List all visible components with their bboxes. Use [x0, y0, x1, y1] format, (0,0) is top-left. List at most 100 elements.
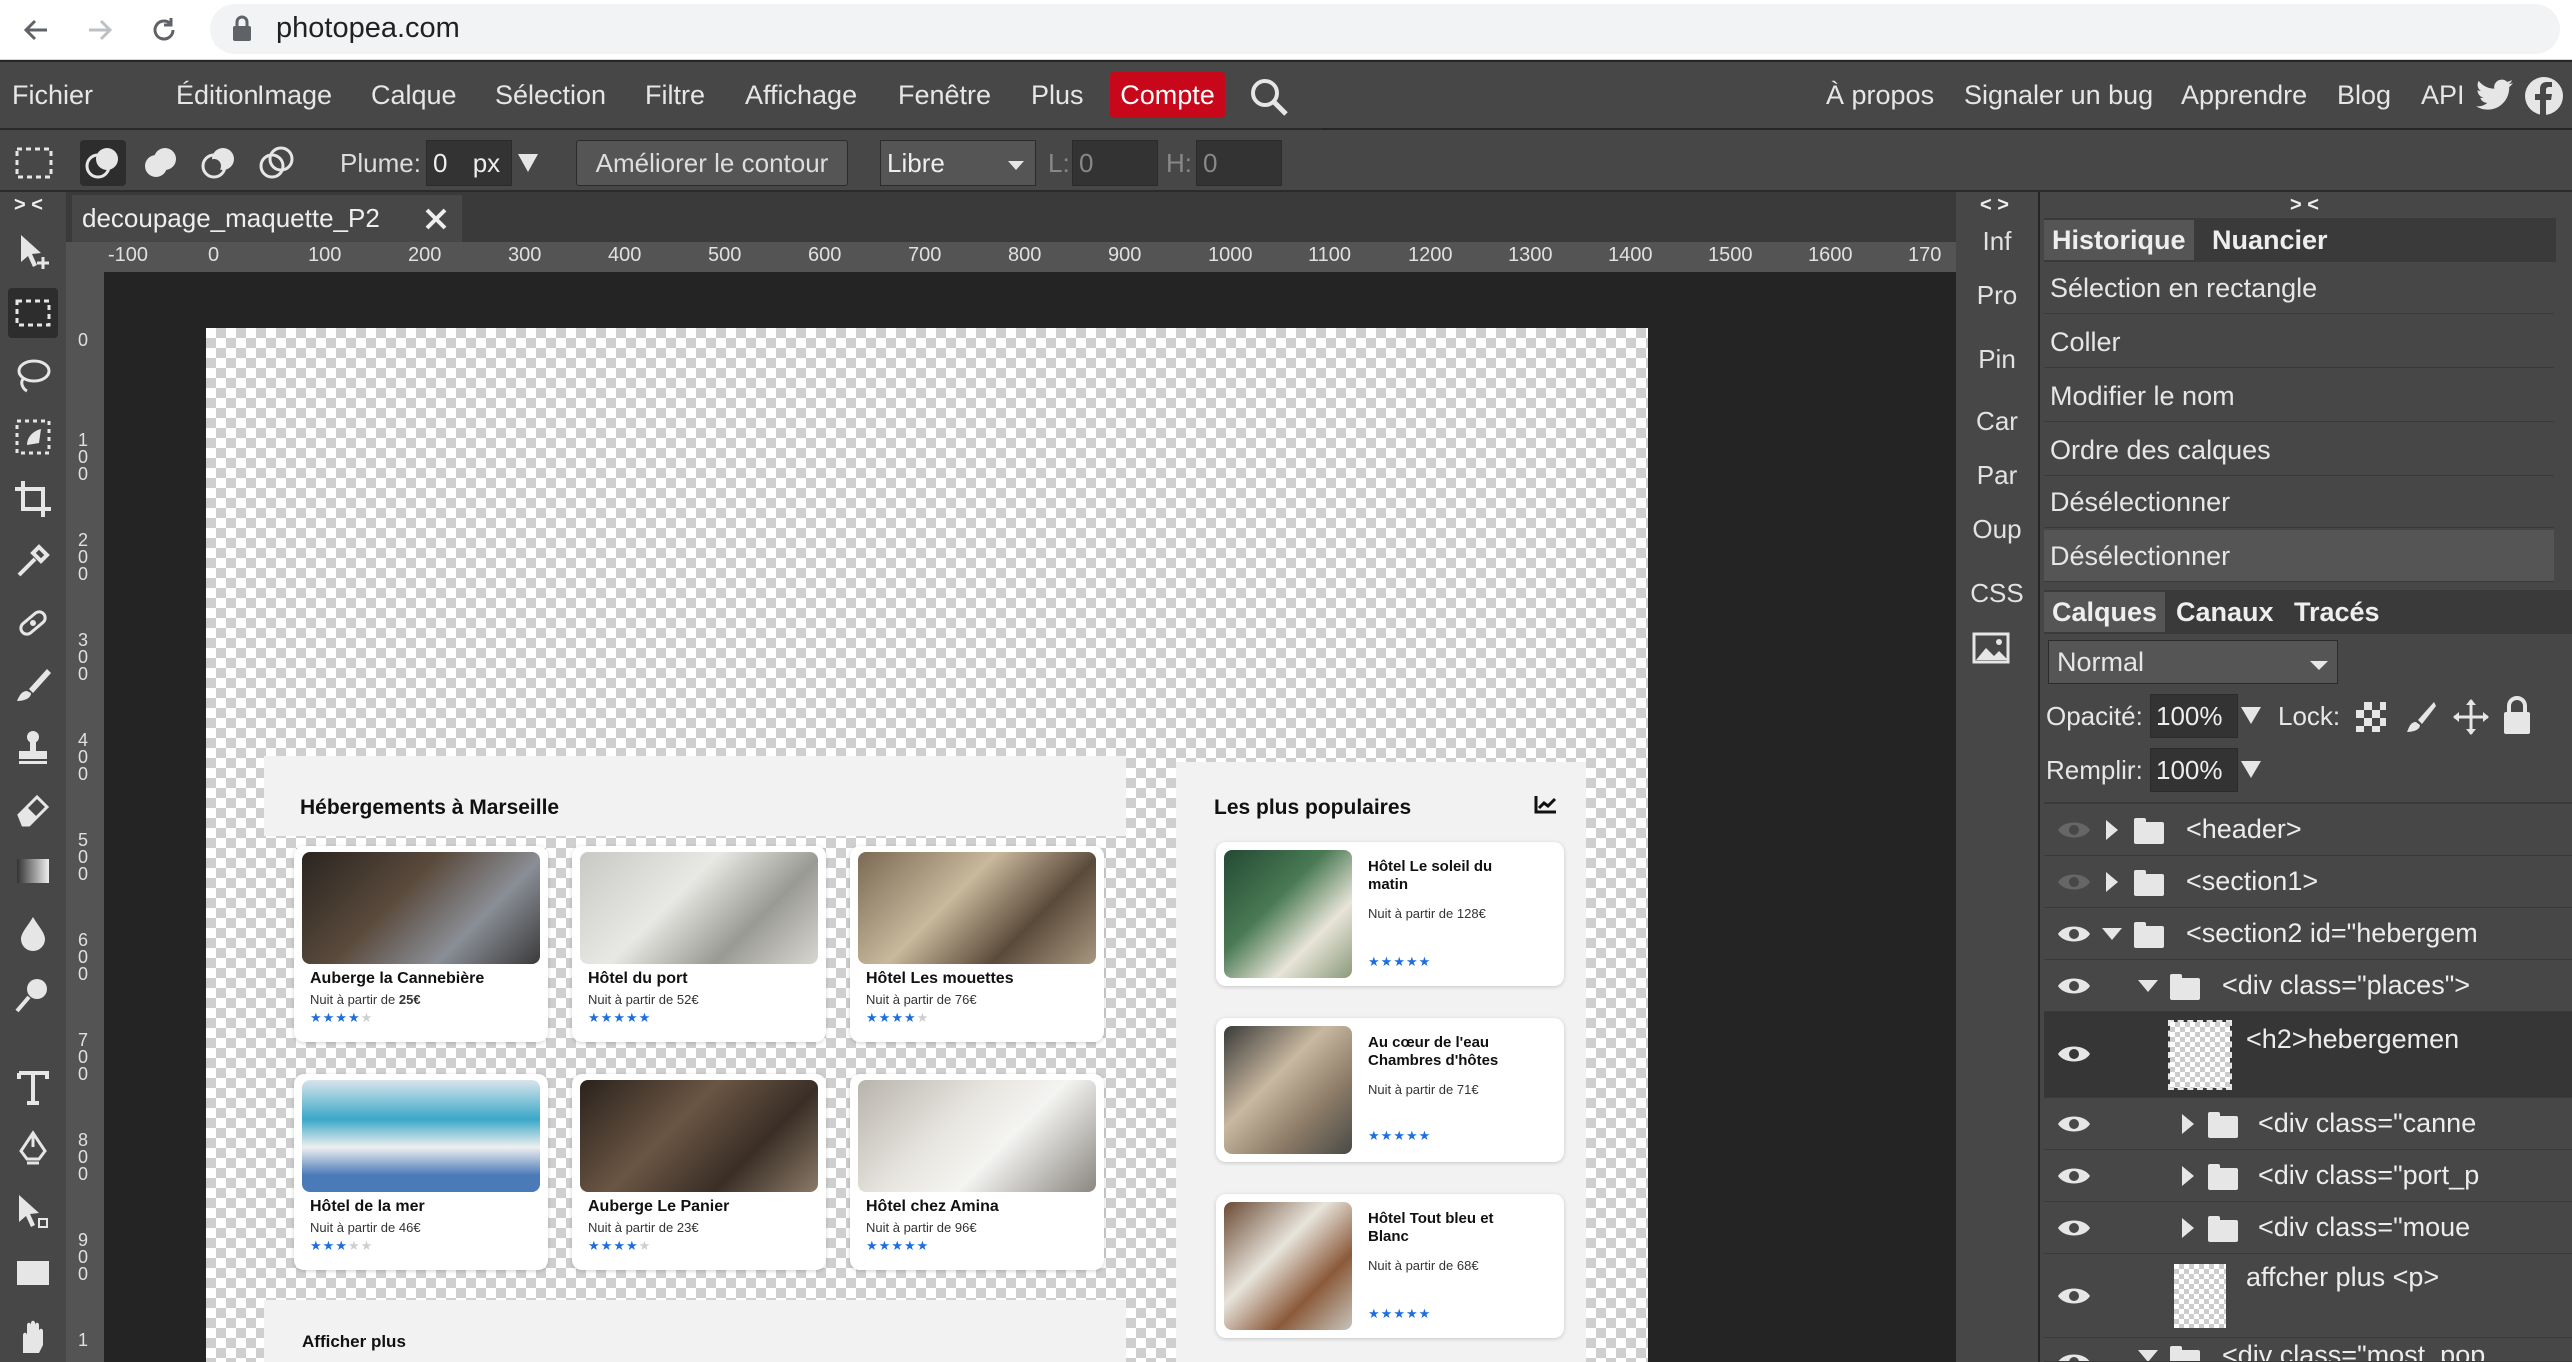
tab-canaux[interactable]: Canaux	[2168, 592, 2282, 632]
layer-name[interactable]: affcher plus <p>	[2246, 1262, 2439, 1293]
history-item[interactable]: Coller	[2044, 316, 2554, 368]
lock-transparency-icon[interactable]	[2354, 700, 2388, 734]
tab-nuancier[interactable]: Nuancier	[2204, 220, 2336, 260]
address-bar[interactable]	[210, 4, 2560, 54]
account-button[interactable]: Compte	[1110, 72, 1225, 118]
link-blog[interactable]: Blog	[2337, 62, 2391, 128]
menu-filtre[interactable]: Filtre	[645, 62, 705, 128]
crop-tool-icon[interactable]	[8, 474, 58, 524]
collapse-arrow-icon[interactable]	[2136, 1348, 2160, 1361]
collapse-toolbar-toggle[interactable]: > <	[14, 194, 43, 217]
layer-row[interactable]: <header>	[2044, 804, 2572, 856]
panel-properties-button[interactable]: Pro	[1956, 280, 2038, 311]
menu-plus[interactable]: Plus	[1031, 62, 1084, 128]
link-a-propos[interactable]: À propos	[1826, 62, 1934, 128]
tab-calques[interactable]: Calques	[2044, 592, 2166, 632]
menu-image[interactable]: Image	[257, 62, 332, 128]
expand-arrow-icon[interactable]	[2104, 818, 2120, 842]
layer-row[interactable]: <section1>	[2044, 856, 2572, 908]
history-item[interactable]: Ordre des calques	[2044, 424, 2554, 476]
expand-arrow-icon[interactable]	[2104, 870, 2120, 894]
path-select-tool-icon[interactable]	[8, 1186, 58, 1236]
layer-name[interactable]: <h2>hebergemen	[2246, 1024, 2459, 1055]
expand-arrow-icon[interactable]	[2180, 1216, 2196, 1240]
visibility-eye-icon[interactable]	[2056, 1112, 2092, 1136]
layer-name[interactable]: <header>	[2186, 814, 2302, 845]
menu-fenetre[interactable]: Fenêtre	[898, 62, 991, 128]
visibility-eye-icon[interactable]	[2056, 922, 2092, 946]
url-text[interactable]: photopea.com	[276, 8, 460, 48]
tab-traces[interactable]: Tracés	[2286, 592, 2388, 632]
opacity-chevron-down-icon[interactable]	[2240, 704, 2262, 726]
document-tab-title[interactable]: decoupage_maquette_P2	[82, 203, 380, 233]
history-item-current[interactable]: Désélectionner	[2044, 530, 2554, 582]
search-icon[interactable]	[1248, 76, 1290, 118]
hand-tool-icon[interactable]	[8, 1310, 58, 1360]
collapse-arrow-icon[interactable]	[2100, 926, 2124, 942]
menu-affichage[interactable]: Affichage	[745, 62, 857, 128]
brush-tool-icon[interactable]	[8, 660, 58, 710]
fill-input[interactable]: 100%	[2150, 748, 2238, 792]
visibility-eye-icon[interactable]	[2056, 1284, 2092, 1308]
document-canvas[interactable]: Hébergements à Marseille Auberge la Cann…	[206, 328, 1648, 1362]
link-apprendre[interactable]: Apprendre	[2181, 62, 2307, 128]
gradient-tool-icon[interactable]	[8, 846, 58, 896]
width-input[interactable]: 0	[1072, 140, 1158, 186]
layer-row[interactable]: <div class="canne	[2044, 1098, 2572, 1150]
image-icon[interactable]	[1972, 632, 2010, 664]
selection-add-icon[interactable]	[138, 140, 184, 186]
back-arrow-icon[interactable]	[14, 8, 58, 52]
blur-tool-icon[interactable]	[8, 908, 58, 958]
selection-subtract-icon[interactable]	[196, 140, 242, 186]
panel-character-button[interactable]: Car	[1956, 406, 2038, 437]
height-input[interactable]: 0	[1196, 140, 1282, 186]
visibility-eye-icon[interactable]	[2056, 1042, 2092, 1066]
marquee-tool-icon[interactable]	[8, 288, 58, 338]
text-tool-icon[interactable]	[8, 1062, 58, 1112]
panel-paragraph-button[interactable]: Par	[1956, 460, 2038, 491]
canvas-area[interactable]: Hébergements à Marseille Auberge la Cann…	[104, 272, 1956, 1362]
collapse-arrow-icon[interactable]	[2136, 978, 2160, 994]
feather-input[interactable]: 0 px	[426, 140, 512, 186]
layer-row[interactable]: <div class="moue	[2044, 1202, 2572, 1254]
visibility-eye-icon[interactable]	[2056, 1164, 2092, 1188]
lasso-tool-icon[interactable]	[8, 350, 58, 400]
layer-name[interactable]: <section2 id="hebergem	[2186, 918, 2478, 949]
expand-arrow-icon[interactable]	[2180, 1164, 2196, 1188]
history-item[interactable]: Modifier le nom	[2044, 370, 2554, 422]
lock-position-move-icon[interactable]	[2452, 698, 2490, 736]
panel-brush-button[interactable]: Pin	[1956, 344, 2038, 375]
layer-name[interactable]: <section1>	[2186, 866, 2318, 897]
opacity-input[interactable]: 100%	[2150, 694, 2238, 738]
panel-tool-presets-button[interactable]: Oup	[1956, 514, 2038, 545]
layer-name[interactable]: <div class="port_p	[2258, 1160, 2479, 1191]
layer-name[interactable]: <div class="most_pop	[2222, 1340, 2485, 1361]
visibility-eye-icon[interactable]	[2056, 870, 2092, 894]
layer-row[interactable]: <div class="places">	[2044, 960, 2572, 1012]
expand-arrow-icon[interactable]	[2180, 1112, 2196, 1136]
collapse-right-toggle[interactable]: > <	[2290, 194, 2319, 217]
healing-brush-tool-icon[interactable]	[8, 598, 58, 648]
menu-selection[interactable]: Sélection	[495, 62, 606, 128]
eraser-tool-icon[interactable]	[8, 784, 58, 834]
marquee-preset-icon[interactable]	[14, 145, 54, 181]
selection-intersect-icon[interactable]	[254, 140, 300, 186]
menu-fichier[interactable]: Fichier	[12, 62, 93, 128]
panel-css-button[interactable]: CSS	[1956, 578, 2038, 609]
reload-icon[interactable]	[142, 8, 186, 52]
history-item[interactable]: Désélectionner	[2044, 476, 2554, 528]
lock-icon[interactable]	[232, 14, 252, 42]
visibility-eye-icon[interactable]	[2056, 1350, 2092, 1361]
visibility-eye-icon[interactable]	[2056, 1216, 2092, 1240]
layer-name[interactable]: <div class="canne	[2258, 1108, 2476, 1139]
layer-row-selected[interactable]: <h2>hebergemen	[2044, 1012, 2572, 1098]
document-tab[interactable]: decoupage_maquette_P2	[72, 195, 462, 242]
forward-arrow-icon[interactable]	[78, 8, 122, 52]
history-item[interactable]: Sélection en rectangle	[2044, 262, 2554, 314]
clone-stamp-tool-icon[interactable]	[8, 722, 58, 772]
pen-tool-icon[interactable]	[8, 1124, 58, 1174]
chevron-down-icon[interactable]	[516, 150, 540, 174]
feather-value[interactable]: 0	[433, 148, 447, 178]
layer-name[interactable]: <div class="moue	[2258, 1212, 2470, 1243]
link-api[interactable]: API	[2421, 62, 2465, 128]
